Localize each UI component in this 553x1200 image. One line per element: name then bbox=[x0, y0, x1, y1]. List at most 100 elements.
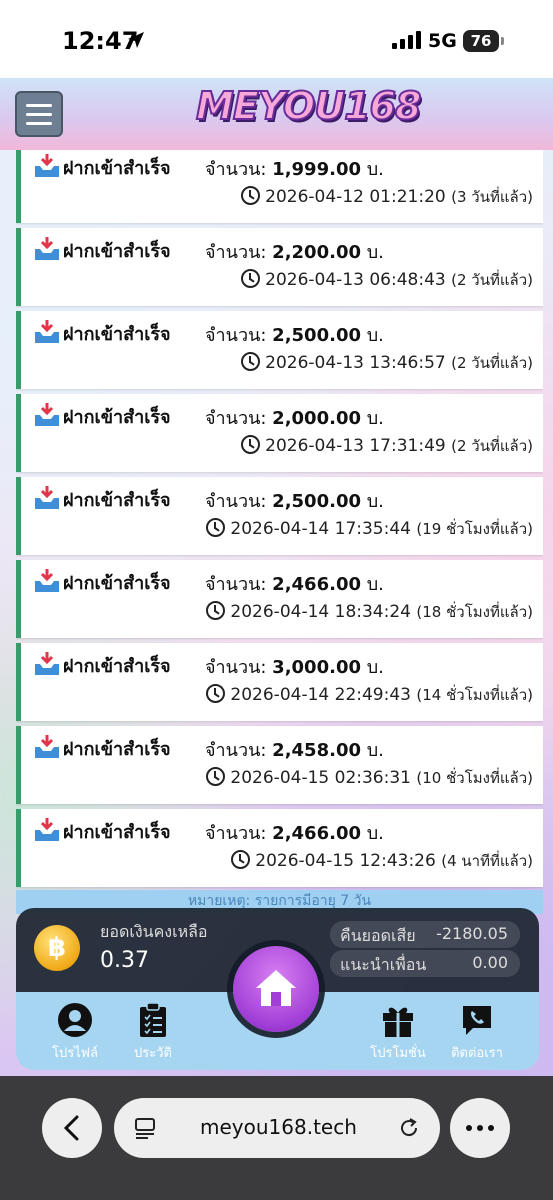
deposit-inbox-icon bbox=[35, 569, 59, 592]
clock-icon bbox=[206, 684, 226, 703]
nav-promotion-label: โปรโมชั่น bbox=[370, 1046, 426, 1061]
nav-contact-label: ติดต่อเรา bbox=[451, 1046, 503, 1061]
reload-icon[interactable] bbox=[398, 1117, 420, 1139]
amount-label: จำนวน: bbox=[205, 823, 267, 844]
clock-icon bbox=[241, 435, 261, 454]
amount-currency: บ. bbox=[366, 823, 384, 844]
cashback-label: คืนยอดเสีย bbox=[340, 926, 416, 945]
transaction-amount: จำนวน: 1,999.00 บ. bbox=[205, 154, 384, 183]
transaction-time: 2026-04-15 02:36:31 (10 ชั่วโมงที่แล้ว) bbox=[206, 766, 533, 790]
browser-more-button[interactable] bbox=[450, 1098, 510, 1158]
transaction-time: 2026-04-13 17:31:49 (2 วันที่แล้ว) bbox=[241, 434, 533, 458]
balance-value: 0.37 bbox=[100, 948, 149, 973]
balance-label: ยอดเงินคงเหลือ bbox=[100, 922, 208, 941]
battery-icon: 76 bbox=[463, 30, 499, 52]
deposit-inbox-icon bbox=[35, 237, 59, 260]
referral-value: 0.00 bbox=[472, 953, 508, 972]
network-type: 5G bbox=[428, 30, 457, 52]
amount-value: 2,500.00 bbox=[272, 491, 361, 512]
transaction-status: ฝากเข้าสำเร็จ bbox=[63, 822, 171, 843]
status-bar: 12:47 5G 76 bbox=[0, 0, 553, 78]
transaction-datetime: 2026-04-12 01:21:20 bbox=[265, 187, 446, 207]
home-button[interactable] bbox=[233, 946, 319, 1032]
amount-label: จำนวน: bbox=[205, 242, 267, 263]
deposit-inbox-icon bbox=[35, 320, 59, 343]
amount-label: จำนวน: bbox=[205, 408, 267, 429]
nav-history[interactable]: ประวัติ bbox=[113, 1002, 193, 1063]
cashback-box[interactable]: คืนยอดเสีย -2180.05 bbox=[330, 921, 520, 948]
amount-label: จำนวน: bbox=[205, 491, 267, 512]
location-arrow-icon bbox=[128, 32, 144, 48]
clock-icon bbox=[231, 850, 251, 869]
coin-icon: ฿ bbox=[34, 925, 80, 971]
gift-icon bbox=[383, 1007, 413, 1037]
amount-currency: บ. bbox=[366, 242, 384, 263]
transaction-amount: จำนวน: 2,466.00 บ. bbox=[205, 569, 384, 598]
transaction-relative-time: (4 นาทีที่แล้ว) bbox=[441, 852, 533, 870]
transaction-relative-time: (3 วันที่แล้ว) bbox=[451, 188, 533, 206]
amount-value: 2,466.00 bbox=[272, 574, 361, 595]
transaction-datetime: 2026-04-13 06:48:43 bbox=[265, 270, 446, 290]
amount-value: 2,200.00 bbox=[272, 242, 361, 263]
amount-value: 1,999.00 bbox=[272, 159, 361, 180]
transaction-item[interactable]: ฝากเข้าสำเร็จ จำนวน: 2,200.00 บ. 2026-04-1… bbox=[16, 228, 543, 306]
address-bar[interactable]: meyou168.tech bbox=[114, 1098, 440, 1158]
transaction-amount: จำนวน: 2,458.00 บ. bbox=[205, 735, 384, 764]
transaction-status: ฝากเข้าสำเร็จ bbox=[63, 656, 171, 677]
site-logo[interactable]: MEYOU168 bbox=[195, 83, 422, 129]
home-icon bbox=[256, 970, 296, 1006]
url-text: meyou168.tech bbox=[200, 1115, 357, 1139]
clipboard-icon bbox=[140, 1002, 166, 1037]
transaction-item[interactable]: ฝากเข้าสำเร็จ จำนวน: 2,458.00 บ. 2026-04-1… bbox=[16, 726, 543, 804]
amount-value: 3,000.00 bbox=[272, 657, 361, 678]
transaction-datetime: 2026-04-13 17:31:49 bbox=[265, 436, 446, 456]
nav-contact[interactable]: ติดต่อเรา bbox=[437, 1002, 517, 1063]
deposit-inbox-icon bbox=[35, 652, 59, 675]
transaction-datetime: 2026-04-14 18:34:24 bbox=[230, 602, 411, 622]
transaction-item[interactable]: ฝากเข้าสำเร็จ จำนวน: 2,466.00 บ. 2026-04-1… bbox=[16, 809, 543, 887]
transaction-relative-time: (10 ชั่วโมงที่แล้ว) bbox=[416, 769, 533, 787]
amount-currency: บ. bbox=[366, 325, 384, 346]
clock-icon bbox=[206, 601, 226, 620]
deposit-inbox-icon bbox=[35, 154, 59, 177]
transaction-status: ฝากเข้าสำเร็จ bbox=[63, 241, 171, 262]
transaction-item[interactable]: ฝากเข้าสำเร็จ จำนวน: 2,000.00 บ. 2026-04-1… bbox=[16, 394, 543, 472]
amount-currency: บ. bbox=[366, 491, 384, 512]
transaction-time: 2026-04-13 13:46:57 (2 วันที่แล้ว) bbox=[241, 351, 533, 375]
transaction-relative-time: (2 วันที่แล้ว) bbox=[451, 437, 533, 455]
transaction-item[interactable]: ฝากเข้าสำเร็จ จำนวน: 2,500.00 บ. 2026-04-1… bbox=[16, 311, 543, 389]
hamburger-menu-icon[interactable] bbox=[15, 91, 63, 137]
nav-promotion[interactable]: โปรโมชั่น bbox=[358, 1002, 438, 1063]
clock-icon bbox=[206, 767, 226, 786]
transaction-amount: จำนวน: 2,000.00 บ. bbox=[205, 403, 384, 432]
transaction-amount: จำนวน: 2,466.00 บ. bbox=[205, 818, 384, 847]
browser-toolbar: meyou168.tech bbox=[0, 1076, 553, 1200]
transaction-datetime: 2026-04-14 17:35:44 bbox=[230, 519, 411, 539]
browser-back-button[interactable] bbox=[42, 1098, 102, 1158]
user-icon bbox=[58, 1003, 92, 1037]
amount-label: จำนวน: bbox=[205, 740, 267, 761]
signal-icon bbox=[392, 31, 421, 49]
amount-label: จำนวน: bbox=[205, 159, 267, 180]
transaction-amount: จำนวน: 2,200.00 บ. bbox=[205, 237, 384, 266]
amount-label: จำนวน: bbox=[205, 574, 267, 595]
transaction-item[interactable]: ฝากเข้าสำเร็จ จำนวน: 3,000.00 บ. 2026-04-1… bbox=[16, 643, 543, 721]
amount-label: จำนวน: bbox=[205, 657, 267, 678]
transaction-status: ฝากเข้าสำเร็จ bbox=[63, 573, 171, 594]
transaction-relative-time: (18 ชั่วโมงที่แล้ว) bbox=[416, 603, 533, 621]
transaction-item[interactable]: ฝากเข้าสำเร็จ จำนวน: 1,999.00 บ. 2026-04-1… bbox=[16, 150, 543, 223]
nav-history-label: ประวัติ bbox=[134, 1046, 172, 1061]
transaction-time: 2026-04-14 17:35:44 (19 ชั่วโมงที่แล้ว) bbox=[206, 517, 533, 541]
clock-icon bbox=[241, 186, 261, 205]
transaction-relative-time: (2 วันที่แล้ว) bbox=[451, 354, 533, 372]
transaction-item[interactable]: ฝากเข้าสำเร็จ จำนวน: 2,500.00 บ. 2026-04-1… bbox=[16, 477, 543, 555]
nav-profile[interactable]: โปรไฟล์ bbox=[35, 1002, 115, 1063]
nav-profile-label: โปรไฟล์ bbox=[52, 1046, 98, 1061]
amount-currency: บ. bbox=[366, 740, 384, 761]
clock-icon bbox=[206, 518, 226, 537]
amount-label: จำนวน: bbox=[205, 325, 267, 346]
transaction-item[interactable]: ฝากเข้าสำเร็จ จำนวน: 2,466.00 บ. 2026-04-1… bbox=[16, 560, 543, 638]
referral-box[interactable]: แนะนำเพื่อน 0.00 bbox=[330, 950, 520, 977]
transaction-time: 2026-04-15 12:43:26 (4 นาทีที่แล้ว) bbox=[231, 849, 533, 873]
transaction-list[interactable]: ฝากเข้าสำเร็จ จำนวน: 1,999.00 บ. 2026-04-1… bbox=[16, 150, 543, 890]
